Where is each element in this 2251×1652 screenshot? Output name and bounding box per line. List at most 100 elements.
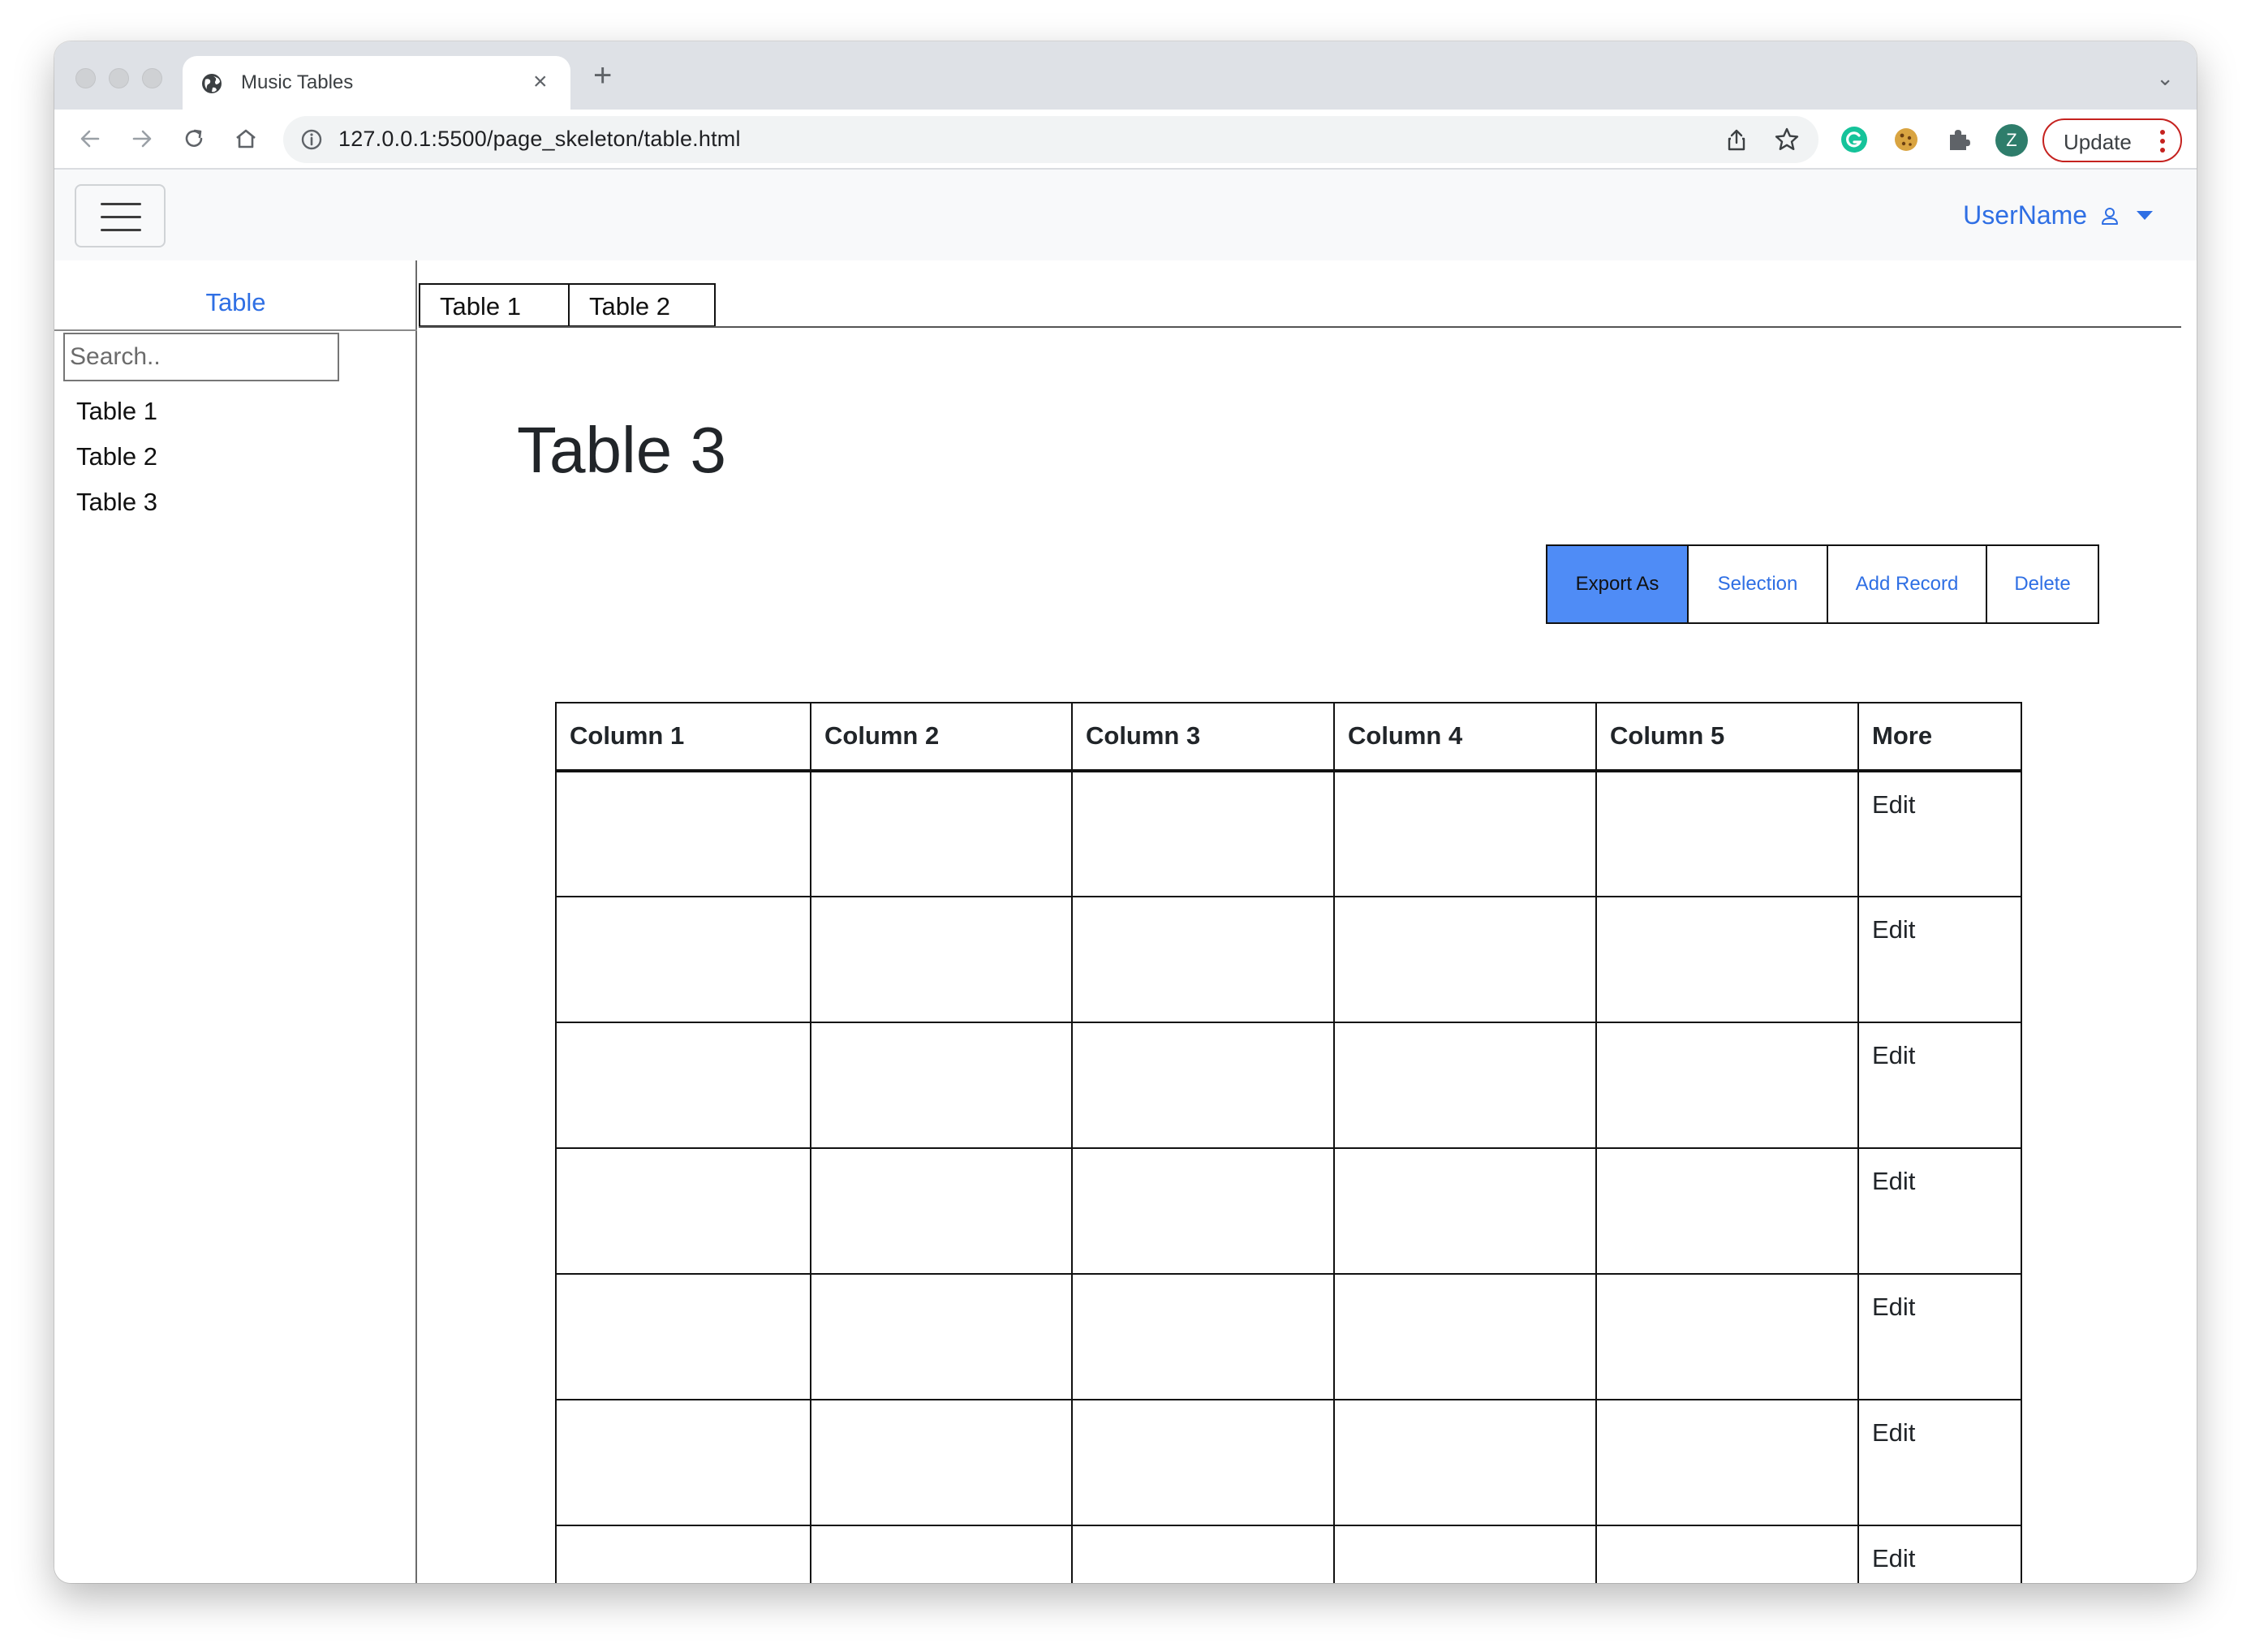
table-cell bbox=[1071, 1399, 1335, 1526]
table-cell bbox=[555, 1147, 811, 1275]
selection-button[interactable]: Selection bbox=[1687, 544, 1828, 624]
user-icon bbox=[2101, 207, 2118, 225]
close-window-button[interactable] bbox=[75, 68, 96, 88]
table-cell bbox=[555, 1022, 811, 1149]
hamburger-bar bbox=[101, 229, 141, 231]
maximize-window-button[interactable] bbox=[142, 68, 162, 88]
edit-link[interactable]: Edit bbox=[1857, 1273, 2022, 1400]
hamburger-menu-button[interactable] bbox=[75, 184, 166, 247]
add-record-button[interactable]: Add Record bbox=[1827, 544, 1987, 624]
table-header-row: Column 1 Column 2 Column 3 Column 4 Colu… bbox=[555, 702, 2022, 772]
profile-avatar[interactable]: Z bbox=[1995, 124, 2028, 157]
column-header: Column 3 bbox=[1071, 702, 1335, 772]
star-icon[interactable] bbox=[1773, 126, 1801, 153]
table-cell bbox=[1333, 1399, 1597, 1526]
table-cell bbox=[1595, 770, 1859, 897]
table-cell bbox=[555, 1399, 811, 1526]
globe-icon bbox=[202, 74, 222, 93]
table-cell bbox=[810, 1399, 1073, 1526]
edit-link[interactable]: Edit bbox=[1857, 896, 2022, 1023]
menu-dots-icon bbox=[2160, 130, 2165, 153]
table-cell bbox=[555, 1273, 811, 1400]
table-cell bbox=[1595, 1022, 1859, 1149]
cookie-icon[interactable] bbox=[1892, 125, 1921, 154]
table-cell bbox=[1333, 896, 1597, 1023]
close-tab-icon[interactable]: × bbox=[533, 67, 548, 97]
table-cell bbox=[1333, 770, 1597, 897]
browser-window: Music Tables × + ⌄ 127.0.0.1:5500/page_s… bbox=[54, 41, 2197, 1583]
forward-arrow-icon[interactable] bbox=[127, 124, 157, 153]
table-cell bbox=[810, 1022, 1073, 1149]
edit-link[interactable]: Edit bbox=[1857, 1399, 2022, 1526]
table-row: Edit bbox=[555, 1022, 2022, 1149]
update-button[interactable]: Update bbox=[2042, 118, 2182, 162]
update-label: Update bbox=[2064, 130, 2132, 154]
table-cell bbox=[1071, 1273, 1335, 1400]
table-row: Edit bbox=[555, 1399, 2022, 1526]
home-icon[interactable] bbox=[231, 124, 260, 153]
search-input[interactable] bbox=[63, 333, 339, 381]
hamburger-icon bbox=[101, 203, 141, 205]
sidebar-title[interactable]: Table bbox=[54, 288, 417, 317]
table-row: Edit bbox=[555, 770, 2022, 897]
sidebar-item-table-2[interactable]: Table 2 bbox=[76, 442, 157, 471]
table-cell bbox=[555, 1525, 811, 1583]
table-cell bbox=[1071, 896, 1335, 1023]
page-title: Table 3 bbox=[517, 414, 726, 486]
grammarly-icon[interactable] bbox=[1840, 125, 1869, 154]
edit-link[interactable]: Edit bbox=[1857, 1022, 2022, 1149]
minimize-window-button[interactable] bbox=[109, 68, 129, 88]
url-text[interactable]: 127.0.0.1:5500/page_skeleton/table.html bbox=[338, 127, 741, 152]
puzzle-icon[interactable] bbox=[1943, 125, 1973, 154]
table-cell bbox=[1333, 1525, 1597, 1583]
info-icon[interactable] bbox=[299, 127, 324, 152]
edit-link[interactable]: Edit bbox=[1857, 770, 2022, 897]
table-cell bbox=[810, 1273, 1073, 1400]
edit-link[interactable]: Edit bbox=[1857, 1147, 2022, 1275]
table-cell bbox=[1071, 1525, 1335, 1583]
table-row: Edit bbox=[555, 1273, 2022, 1400]
table-cell bbox=[810, 1525, 1073, 1583]
tabs-divider bbox=[419, 326, 2181, 328]
table-cell bbox=[1333, 1273, 1597, 1400]
table-cell bbox=[555, 770, 811, 897]
user-dropdown[interactable]: UserName bbox=[1963, 200, 2153, 233]
table-cell bbox=[1333, 1147, 1597, 1275]
sidebar-item-table-1[interactable]: Table 1 bbox=[76, 397, 157, 426]
back-arrow-icon[interactable] bbox=[75, 124, 105, 153]
table-row: Edit bbox=[555, 1147, 2022, 1275]
new-tab-button[interactable]: + bbox=[593, 59, 612, 92]
edit-link[interactable]: Edit bbox=[1857, 1525, 2022, 1583]
sidebar-divider bbox=[54, 329, 417, 331]
address-bar[interactable]: 127.0.0.1:5500/page_skeleton/table.html bbox=[283, 116, 1818, 163]
table-cell bbox=[1071, 770, 1335, 897]
table-row: Edit bbox=[555, 1525, 2022, 1583]
share-icon[interactable] bbox=[1724, 127, 1749, 152]
table-cell bbox=[1333, 1022, 1597, 1149]
delete-button[interactable]: Delete bbox=[1986, 544, 2099, 624]
sidebar-item-table-3[interactable]: Table 3 bbox=[76, 488, 157, 517]
tab-search-chevron-icon[interactable]: ⌄ bbox=[2156, 66, 2174, 91]
reload-icon[interactable] bbox=[179, 124, 209, 153]
tab-table-2[interactable]: Table 2 bbox=[568, 283, 716, 327]
browser-tab-music-tables[interactable]: Music Tables × bbox=[183, 56, 570, 110]
user-name: UserName bbox=[1963, 200, 2088, 230]
sidebar: Table Table 1 Table 2 Table 3 bbox=[54, 260, 417, 1583]
tab-strip: Music Tables × + ⌄ bbox=[54, 41, 2197, 110]
table-cell bbox=[555, 896, 811, 1023]
column-header-more: More bbox=[1857, 702, 2022, 772]
table-cell bbox=[1071, 1147, 1335, 1275]
tab-table-1[interactable]: Table 1 bbox=[419, 283, 570, 327]
column-header: Column 2 bbox=[810, 702, 1073, 772]
table-cell bbox=[810, 770, 1073, 897]
table-cell bbox=[1071, 1022, 1335, 1149]
table-cell bbox=[1595, 896, 1859, 1023]
records-table: Column 1 Column 2 Column 3 Column 4 Colu… bbox=[555, 702, 2022, 1583]
page: UserName Table Table 1 Table 2 Table 3 T… bbox=[54, 170, 2197, 1583]
export-as-button[interactable]: Export As bbox=[1546, 544, 1689, 624]
table-cell bbox=[1595, 1399, 1859, 1526]
column-header: Column 1 bbox=[555, 702, 811, 772]
table-cell bbox=[1595, 1273, 1859, 1400]
table-cell bbox=[1595, 1525, 1859, 1583]
hamburger-bar bbox=[101, 216, 141, 218]
